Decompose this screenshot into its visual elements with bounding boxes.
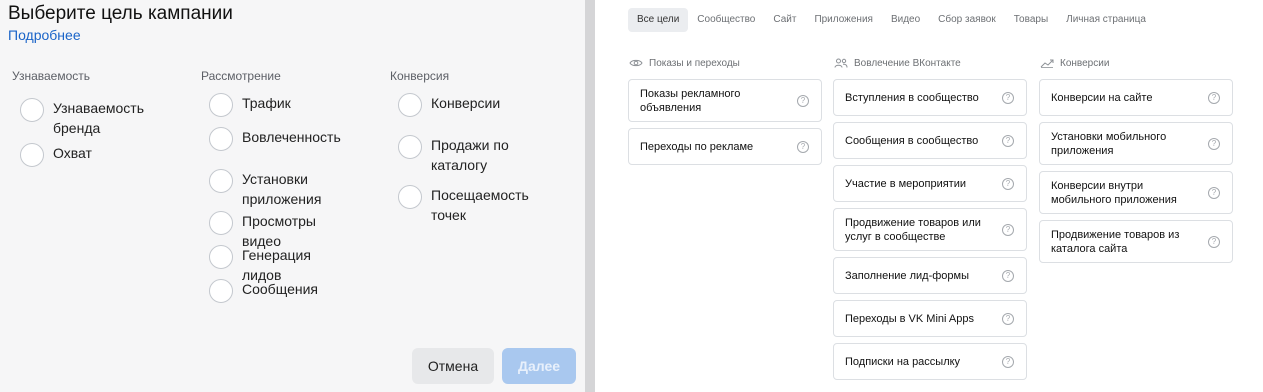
help-icon[interactable]: ? — [1002, 223, 1014, 236]
help-icon[interactable]: ? — [1208, 235, 1220, 248]
help-icon[interactable]: ? — [1208, 91, 1220, 104]
goal-card[interactable]: Продвижение товаров или услуг в сообщест… — [833, 208, 1027, 251]
tab-all-goals[interactable]: Все цели — [628, 8, 689, 32]
goal-group-impressions: Показы и переходы Показы рекламного объя… — [628, 54, 822, 171]
radio-option[interactable]: Вовлеченность — [209, 127, 341, 151]
goal-card[interactable]: Переходы в VK Mini Apps ? — [833, 300, 1027, 337]
more-link[interactable]: Подробнее — [8, 27, 81, 43]
radio-label: Трафик — [242, 95, 291, 111]
column-header: Конверсия — [390, 69, 450, 83]
goal-card[interactable]: Конверсии внутри мобильного приложения ? — [1039, 171, 1233, 214]
goal-card-label: Продвижение товаров из каталога сайта — [1051, 228, 1180, 255]
goal-card[interactable]: Вступления в сообщество ? — [833, 79, 1027, 116]
radio-button[interactable] — [209, 279, 233, 303]
radio-button[interactable] — [209, 93, 233, 117]
help-icon[interactable]: ? — [1002, 177, 1014, 190]
radio-option[interactable]: Узнаваемость бренда — [20, 98, 163, 138]
goal-group-engagement: Вовлечение ВКонтакте Вступления в сообще… — [833, 54, 1027, 386]
tab-apps[interactable]: Приложения — [805, 8, 882, 32]
goal-card[interactable]: Переходы по рекламе ? — [628, 128, 822, 165]
goal-card-label: Участие в мероприятии — [845, 177, 967, 190]
goal-card[interactable]: Конверсии на сайте ? — [1039, 79, 1233, 116]
column-header: Узнаваемость — [12, 69, 91, 83]
radio-button[interactable] — [398, 135, 422, 159]
goal-card[interactable]: Продвижение товаров из каталога сайта ? — [1039, 220, 1233, 263]
radio-label: Сообщения — [242, 281, 318, 297]
radio-option[interactable]: Трафик — [209, 93, 291, 117]
radio-button[interactable] — [398, 93, 422, 117]
goal-card-label: Вступления в сообщество — [845, 91, 979, 104]
radio-option[interactable]: Сообщения — [209, 279, 318, 303]
goal-card-label: Установки мобильного приложения — [1051, 130, 1167, 157]
help-icon[interactable]: ? — [797, 140, 809, 153]
group-header: Конверсии — [1039, 54, 1233, 72]
goal-card[interactable]: Установки мобильного приложения ? — [1039, 122, 1233, 165]
panel-divider — [585, 0, 595, 392]
group-header: Показы и переходы — [628, 54, 822, 72]
tab-products[interactable]: Товары — [1005, 8, 1057, 32]
help-icon[interactable]: ? — [797, 94, 809, 107]
goal-card-label: Сообщения в сообщество — [845, 134, 979, 147]
eye-icon — [629, 59, 643, 67]
group-header: Вовлечение ВКонтакте — [833, 54, 1027, 72]
group-header-label: Показы и переходы — [649, 57, 740, 69]
cancel-button[interactable]: Отмена — [412, 348, 494, 384]
goal-group-conversions: Конверсии Конверсии на сайте ? Установки… — [1039, 54, 1233, 269]
radio-button[interactable] — [20, 98, 44, 122]
radio-option[interactable]: Посещаемость точек — [398, 185, 541, 225]
goal-card-label: Продвижение товаров или услуг в сообщест… — [845, 216, 981, 243]
goal-card-label: Заполнение лид-формы — [845, 269, 969, 282]
tab-video[interactable]: Видео — [882, 8, 929, 32]
radio-button[interactable] — [209, 211, 233, 235]
goal-card[interactable]: Сообщения в сообщество ? — [833, 122, 1027, 159]
tab-personal-page[interactable]: Личная страница — [1057, 8, 1155, 32]
goal-card-label: Переходы по рекламе — [640, 140, 754, 153]
radio-button[interactable] — [209, 127, 233, 151]
group-header-label: Конверсии — [1060, 57, 1110, 69]
group-header-label: Вовлечение ВКонтакте — [854, 57, 961, 69]
tab-lead-collection[interactable]: Сбор заявок — [929, 8, 1005, 32]
help-icon[interactable]: ? — [1002, 91, 1014, 104]
dialog-title: Выберите цель кампании — [8, 3, 233, 24]
radio-label: Продажи по каталогу — [431, 137, 509, 173]
radio-label: Охват — [53, 145, 92, 161]
goal-card-label: Подписки на рассылку — [845, 355, 961, 368]
goal-card[interactable]: Участие в мероприятии ? — [833, 165, 1027, 202]
radio-button[interactable] — [398, 185, 422, 209]
radio-label: Установки приложения — [242, 171, 322, 207]
radio-option[interactable]: Конверсии — [398, 93, 500, 117]
help-icon[interactable]: ? — [1002, 312, 1014, 325]
people-icon — [834, 58, 848, 68]
help-icon[interactable]: ? — [1208, 186, 1220, 199]
goal-card-label: Переходы в VK Mini Apps — [845, 312, 974, 325]
goal-card[interactable]: Подписки на рассылку ? — [833, 343, 1027, 380]
help-icon[interactable]: ? — [1002, 134, 1014, 147]
campaign-goal-dialog: Выберите цель кампании Подробнее Узнавае… — [0, 0, 585, 392]
radio-option[interactable]: Продажи по каталогу — [398, 135, 531, 175]
radio-option[interactable]: Установки приложения — [209, 169, 342, 209]
column-header: Рассмотрение — [201, 69, 281, 83]
next-button[interactable]: Далее — [502, 348, 576, 384]
radio-option[interactable]: Охват — [20, 143, 92, 167]
help-icon[interactable]: ? — [1002, 355, 1014, 368]
help-icon[interactable]: ? — [1002, 269, 1014, 282]
goal-card-label: Конверсии внутри мобильного приложения — [1051, 179, 1177, 206]
radio-label: Узнаваемость бренда — [53, 100, 145, 136]
goals-panel: Все цели Сообщество Сайт Приложения Виде… — [595, 0, 1263, 392]
radio-button[interactable] — [209, 245, 233, 269]
goal-card-label: Показы рекламного объявления — [640, 87, 741, 114]
trend-icon — [1040, 59, 1054, 68]
radio-label: Посещаемость точек — [431, 187, 529, 223]
radio-label: Конверсии — [431, 95, 501, 111]
goal-card[interactable]: Заполнение лид-формы ? — [833, 257, 1027, 294]
radio-button[interactable] — [209, 169, 233, 193]
radio-button[interactable] — [20, 143, 44, 167]
goal-card-label: Конверсии на сайте — [1051, 91, 1153, 104]
goal-card[interactable]: Показы рекламного объявления ? — [628, 79, 822, 122]
radio-label: Вовлеченность — [242, 129, 341, 145]
goal-filter-tabs: Все цели Сообщество Сайт Приложения Виде… — [628, 8, 1155, 32]
tab-community[interactable]: Сообщество — [688, 8, 764, 32]
tab-site[interactable]: Сайт — [764, 8, 805, 32]
help-icon[interactable]: ? — [1208, 137, 1220, 150]
